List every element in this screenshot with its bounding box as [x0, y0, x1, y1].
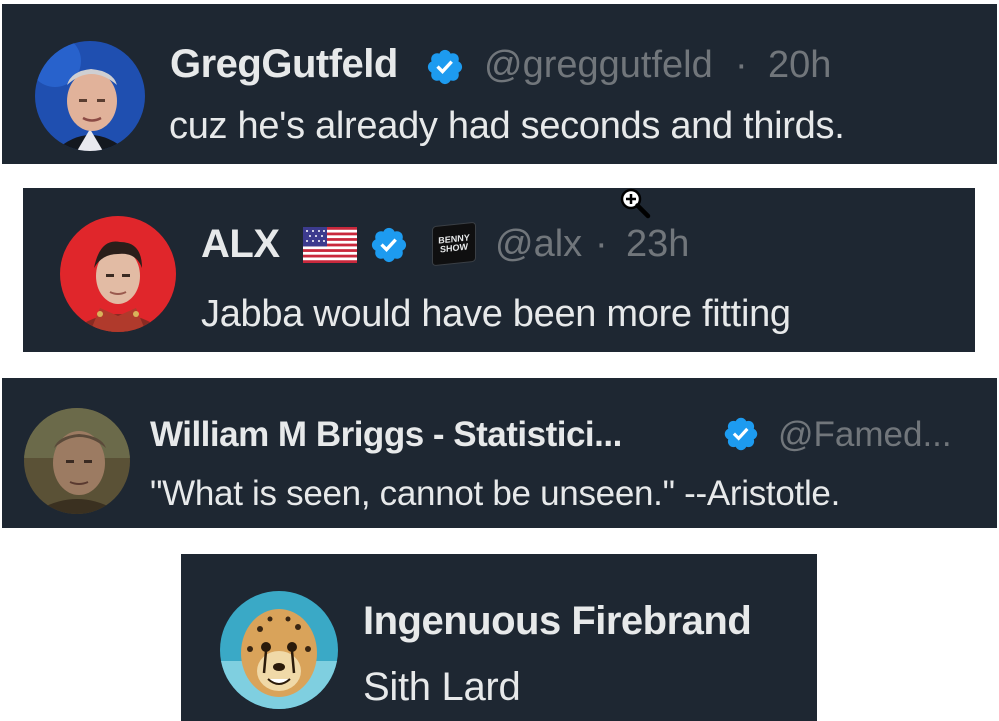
- tweet-text: Jabba would have been more fitting: [201, 293, 791, 335]
- tweet-text: cuz he's already had seconds and thirds.: [169, 105, 845, 147]
- william-briggs-avatar[interactable]: [24, 408, 130, 514]
- tweet-card-alx[interactable]: ALX BENNY SHOW @alx · 23h Jabba would ha…: [23, 188, 975, 352]
- zoom-cursor-icon: [620, 188, 651, 219]
- author-name[interactable]: ALX: [201, 222, 280, 267]
- tweet-text: "What is seen, cannot be unseen." --Aris…: [150, 474, 841, 513]
- author-name[interactable]: William M Briggs - Statistici...: [150, 415, 622, 455]
- tweet-time[interactable]: 20h: [768, 44, 831, 87]
- tweet-card-briggs[interactable]: William M Briggs - Statistici... @Famed.…: [2, 378, 997, 528]
- verified-badge-icon: [369, 225, 409, 265]
- tweet-card-gutfeld[interactable]: GregGutfeld @greggutfeld · 20h cuz he's …: [2, 4, 997, 164]
- verified-badge-icon: [722, 415, 760, 453]
- tweet-time[interactable]: 23h: [626, 223, 689, 266]
- author-handle[interactable]: @Famed...: [778, 415, 952, 455]
- author-handle[interactable]: @greggutfeld: [484, 44, 713, 87]
- tweet-card-firebrand[interactable]: Ingenuous Firebrand Sith Lard: [181, 554, 817, 721]
- tweet-text: Sith Lard: [363, 665, 521, 709]
- alx-avatar[interactable]: [60, 216, 176, 332]
- separator-dot: ·: [595, 223, 608, 265]
- separator-dot: ·: [735, 44, 748, 86]
- affiliate-badge-icon[interactable]: BENNY SHOW: [432, 221, 476, 267]
- verified-badge-icon: [425, 47, 465, 87]
- author-name[interactable]: GregGutfeld: [170, 42, 398, 87]
- author-handle[interactable]: @alx: [495, 223, 582, 266]
- author-name[interactable]: Ingenuous Firebrand: [363, 599, 752, 644]
- us-flag-icon: [303, 227, 357, 263]
- greg-gutfeld-avatar[interactable]: [35, 41, 145, 151]
- cheetah-avatar[interactable]: [220, 591, 338, 709]
